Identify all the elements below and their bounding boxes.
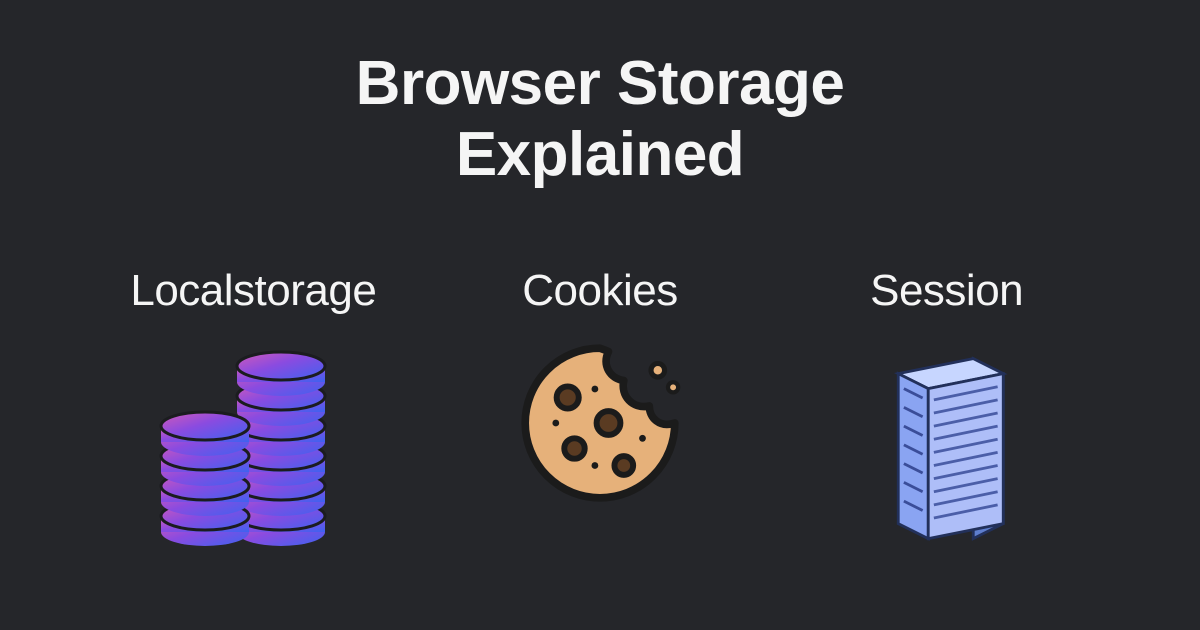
title-line-2: Explained xyxy=(456,120,744,189)
storage-type-localstorage: Localstorage xyxy=(82,266,425,558)
session-label: Session xyxy=(870,266,1023,316)
database-stacks-icon xyxy=(153,338,353,558)
storage-type-cookies: Cookies xyxy=(428,266,771,558)
localstorage-label: Localstorage xyxy=(130,266,376,316)
cookies-label: Cookies xyxy=(522,266,677,316)
storage-type-session: Session xyxy=(775,266,1118,558)
server-rack-icon xyxy=(847,338,1047,558)
storage-types-row: Localstorage xyxy=(0,266,1200,558)
cookie-icon xyxy=(500,338,700,558)
page-title: Browser Storage Explained xyxy=(0,0,1200,191)
title-line-1: Browser Storage xyxy=(356,49,845,118)
